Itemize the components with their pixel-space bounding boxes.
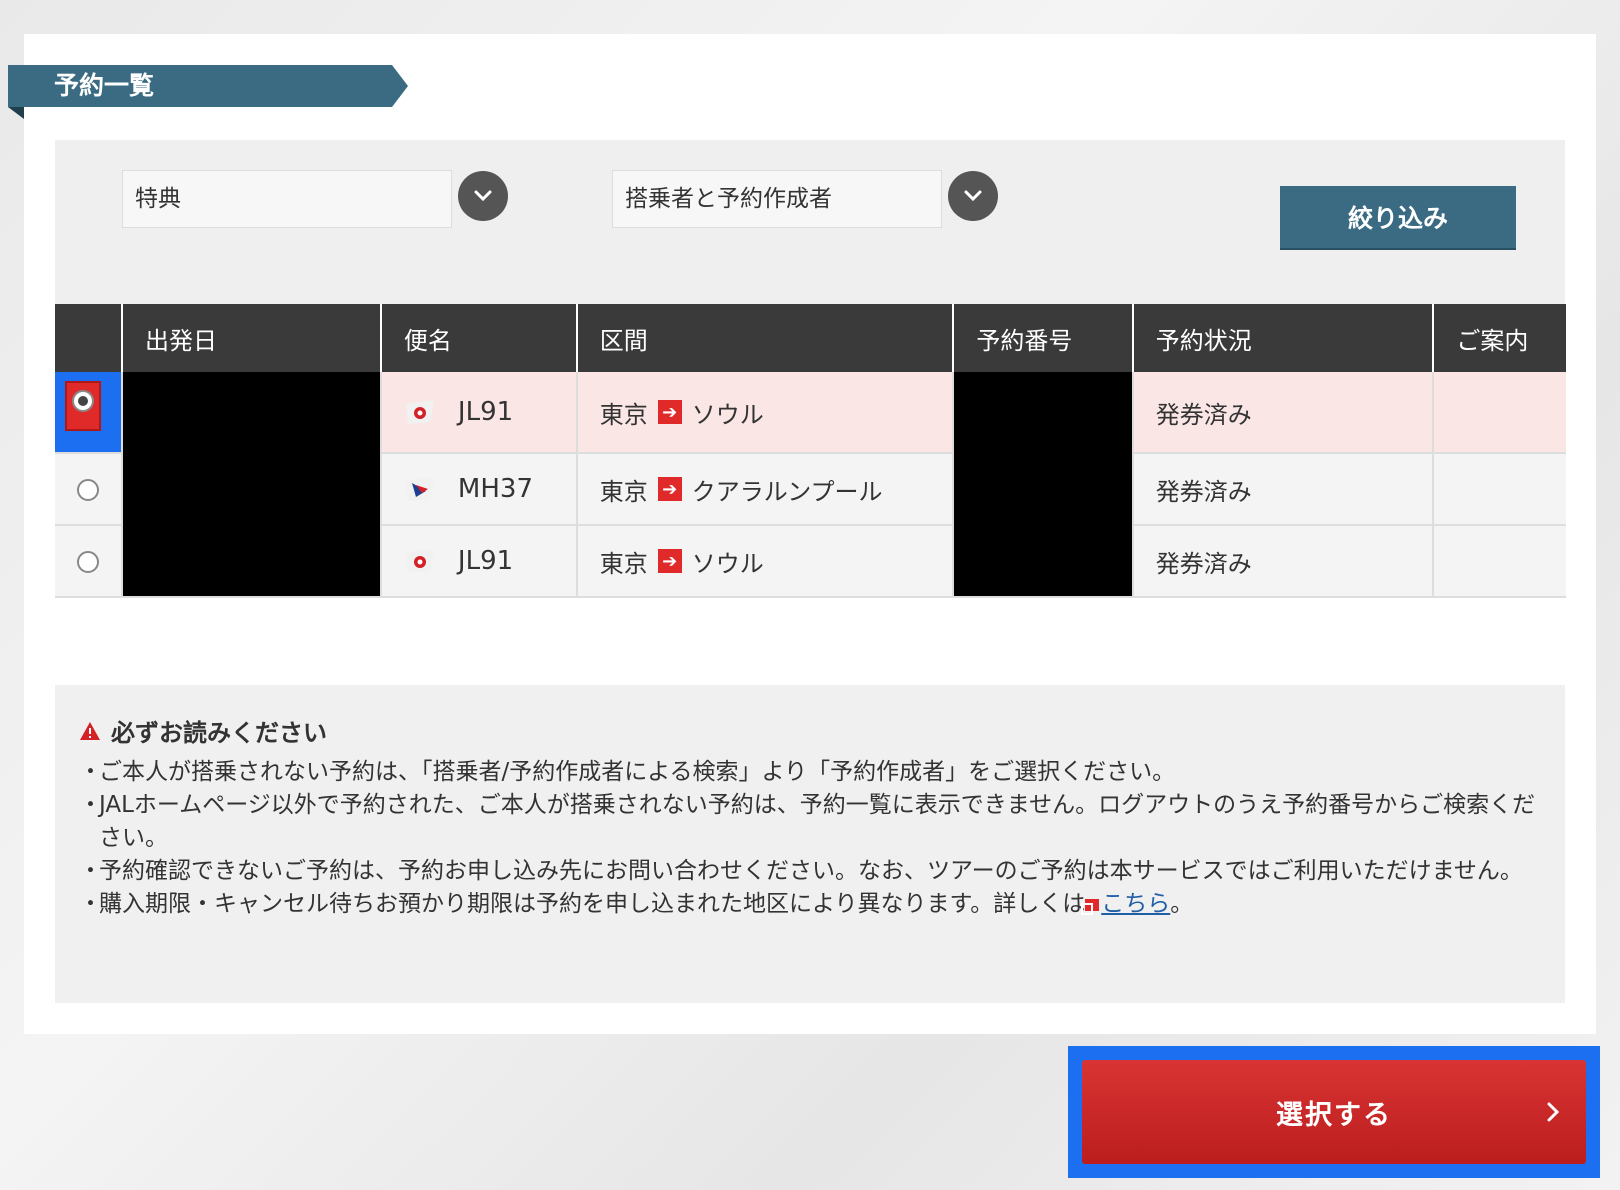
header-select bbox=[55, 304, 123, 372]
reservation-table: 出発日 便名 区間 予約番号 予約状況 ご案内 JL91 東京 ➔ ソウル 発券… bbox=[55, 304, 1566, 598]
status-cell: 発券済み bbox=[1132, 525, 1435, 598]
row-radio-selected[interactable] bbox=[55, 372, 121, 452]
status-cell: 発券済み bbox=[1132, 372, 1435, 454]
jal-logo-icon bbox=[405, 549, 434, 573]
chevron-down-icon bbox=[964, 190, 982, 202]
header-info: ご案内 bbox=[1433, 304, 1566, 372]
route-to: クアラルンプール bbox=[691, 477, 883, 506]
type-select-value: 特典 bbox=[135, 186, 181, 212]
route-to: ソウル bbox=[691, 400, 764, 429]
row-radio[interactable] bbox=[77, 479, 99, 501]
status-cell: 発券済み bbox=[1132, 453, 1435, 526]
header-flight: 便名 bbox=[380, 304, 578, 372]
route-from: 東京 bbox=[599, 477, 648, 506]
chevron-right-icon bbox=[1547, 1102, 1560, 1122]
type-select-dropdown-button[interactable] bbox=[458, 171, 508, 221]
person-select[interactable]: 搭乗者と予約作成者 bbox=[612, 170, 942, 228]
route-to: ソウル bbox=[691, 549, 764, 578]
header-booking-number: 予約番号 bbox=[953, 304, 1134, 372]
row-radio[interactable] bbox=[77, 551, 99, 573]
chevron-down-icon bbox=[474, 190, 492, 202]
notice-list: ご本人が搭乗されない予約は、「搭乗者/予約作成者による検索」より「予約作成者」を… bbox=[79, 756, 1541, 921]
route-cell: 東京 ➔ ソウル bbox=[576, 372, 955, 454]
section-title: 予約一覧 bbox=[8, 65, 408, 107]
info-cell bbox=[1433, 525, 1566, 598]
info-cell bbox=[1433, 372, 1566, 454]
type-select[interactable]: 特典 bbox=[122, 170, 452, 228]
warning-icon bbox=[80, 721, 100, 740]
route-from: 東京 bbox=[599, 549, 648, 578]
route-from: 東京 bbox=[599, 400, 648, 429]
notice-heading-text: 必ずお読みください bbox=[111, 719, 327, 747]
header-status: 予約状況 bbox=[1132, 304, 1435, 372]
flight-number: MH37 bbox=[457, 474, 533, 504]
select-submit-button[interactable]: 選択する bbox=[1082, 1060, 1586, 1164]
row-radio-cell[interactable] bbox=[55, 453, 123, 526]
table-row[interactable]: JL91 東京 ➔ ソウル 発券済み bbox=[55, 372, 1566, 598]
person-select-value: 搭乗者と予約作成者 bbox=[625, 186, 832, 212]
person-select-dropdown-button[interactable] bbox=[948, 171, 998, 221]
flight-cell: MH37 bbox=[380, 453, 578, 526]
external-link-icon bbox=[1081, 898, 1100, 915]
flight-number: JL91 bbox=[457, 546, 514, 576]
flight-number: JL91 bbox=[457, 397, 514, 427]
info-cell bbox=[1433, 453, 1566, 526]
header-route: 区間 bbox=[576, 304, 955, 372]
filter-button[interactable]: 絞り込み bbox=[1280, 186, 1516, 248]
route-cell: 東京 ➔ ソウル bbox=[576, 525, 955, 598]
notice-item: ご本人が搭乗されない予約は、「搭乗者/予約作成者による検索」より「予約作成者」を… bbox=[79, 756, 1541, 789]
arrow-right-icon: ➔ bbox=[657, 549, 682, 573]
jal-logo-icon bbox=[405, 400, 434, 424]
flight-cell: JL91 bbox=[380, 525, 578, 598]
notice-item-suffix: 。 bbox=[1170, 891, 1194, 917]
notice-item: 購入期限・キャンセル待ちお預かり期限は予約を申し込まれた地区により異なります。詳… bbox=[79, 888, 1541, 921]
notice-heading: 必ずお読みください bbox=[79, 713, 1541, 748]
details-link[interactable]: こちら bbox=[1101, 891, 1170, 917]
notice-item-text: 購入期限・キャンセル待ちお預かり期限は予約を申し込まれた地区により異なります。詳… bbox=[99, 891, 1086, 917]
route-cell: 東京 ➔ クアラルンプール bbox=[576, 453, 955, 526]
notice-item: 予約確認できないご予約は、予約お申し込み先にお問い合わせください。なお、ツアーの… bbox=[79, 855, 1541, 888]
departure-date-redacted bbox=[122, 372, 382, 598]
notice-item: JALホームページ以外で予約された、ご本人が搭乗されない予約は、予約一覧に表示で… bbox=[79, 789, 1541, 855]
flight-cell: JL91 bbox=[380, 372, 578, 454]
header-departure-date: 出発日 bbox=[122, 304, 382, 372]
arrow-right-icon: ➔ bbox=[657, 400, 682, 424]
row-radio-cell[interactable] bbox=[55, 525, 123, 598]
arrow-right-icon: ➔ bbox=[657, 477, 682, 501]
submit-button-highlight: 選択する bbox=[1068, 1046, 1600, 1178]
booking-number-redacted bbox=[953, 372, 1134, 598]
notice-box: 必ずお読みください ご本人が搭乗されない予約は、「搭乗者/予約作成者による検索」… bbox=[55, 685, 1565, 1003]
row-radio-cell[interactable] bbox=[55, 372, 123, 454]
mas-logo-icon bbox=[405, 477, 434, 501]
submit-label: 選択する bbox=[1276, 1099, 1392, 1130]
table-header-row: 出発日 便名 区間 予約番号 予約状況 ご案内 bbox=[55, 304, 1566, 372]
section-title-fold bbox=[8, 107, 24, 119]
